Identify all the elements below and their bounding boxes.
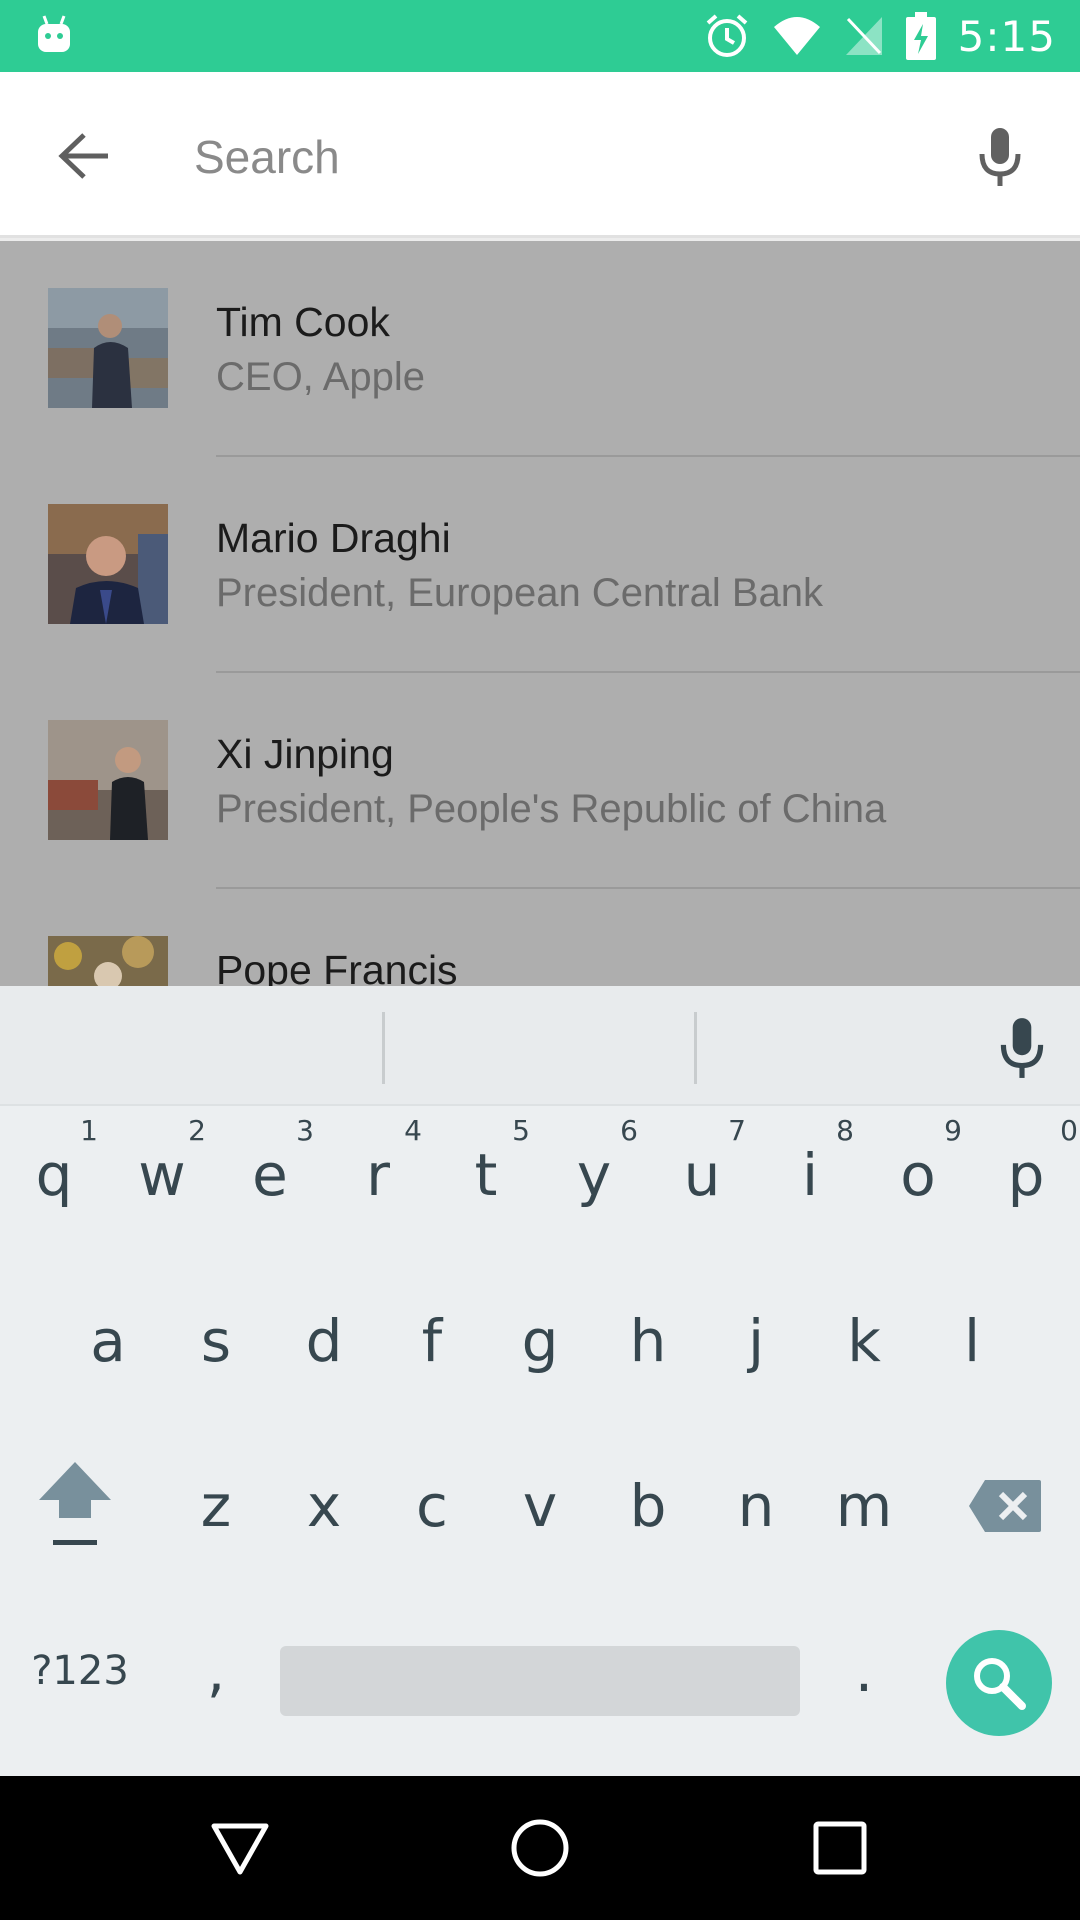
result-name: Mario Draghi xyxy=(216,515,451,561)
key-p[interactable]: p0 xyxy=(972,1110,1080,1240)
key-hint: 7 xyxy=(728,1114,746,1147)
key-hint: 0 xyxy=(1060,1114,1078,1147)
voice-search-button[interactable] xyxy=(960,112,1040,202)
keyboard: q1 w2 e3 r4 t5 y6 u7 i8 o9 p0 a s d f g … xyxy=(0,986,1080,1776)
key-label: r xyxy=(366,1141,390,1209)
key-c[interactable]: c xyxy=(378,1441,486,1571)
back-nav-button[interactable] xyxy=(204,1812,276,1884)
key-f[interactable]: f xyxy=(378,1276,486,1406)
wifi-icon xyxy=(773,17,820,55)
key-r[interactable]: r4 xyxy=(324,1110,432,1240)
symbols-key[interactable]: ?123 xyxy=(20,1606,140,1736)
backspace-icon xyxy=(969,1480,1041,1532)
recents-nav-button[interactable] xyxy=(804,1812,876,1884)
key-d[interactable]: d xyxy=(270,1276,378,1406)
avatar xyxy=(48,936,168,986)
result-name: Xi Jinping xyxy=(216,731,394,777)
key-q[interactable]: q1 xyxy=(0,1110,108,1240)
search-icon xyxy=(974,1658,1026,1710)
key-w[interactable]: w2 xyxy=(108,1110,216,1240)
arrow-back-icon xyxy=(58,133,108,179)
key-z[interactable]: z xyxy=(162,1441,270,1571)
avatar xyxy=(48,720,168,840)
space-key[interactable] xyxy=(280,1646,800,1716)
key-g[interactable]: g xyxy=(486,1276,594,1406)
key-v[interactable]: v xyxy=(486,1441,594,1571)
results-list: Tim Cook CEO, Apple Mario Draghi Preside… xyxy=(0,241,1080,986)
result-title: CEO, Apple xyxy=(216,355,426,399)
key-u[interactable]: u7 xyxy=(648,1110,756,1240)
back-button[interactable] xyxy=(44,116,124,196)
key-hint: 4 xyxy=(404,1114,422,1147)
key-hint: 8 xyxy=(836,1114,854,1147)
key-hint: 5 xyxy=(512,1114,530,1147)
battery-charging-icon xyxy=(905,12,936,60)
key-j[interactable]: j xyxy=(702,1276,810,1406)
period-key[interactable]: . xyxy=(810,1606,918,1736)
key-a[interactable]: a xyxy=(54,1276,162,1406)
avatar xyxy=(48,288,168,408)
alarm-icon xyxy=(706,14,747,57)
key-n[interactable]: n xyxy=(702,1441,810,1571)
status-bar: 5:15 xyxy=(0,0,1080,72)
list-item[interactable]: Pope Francis xyxy=(0,889,1080,986)
key-x[interactable]: x xyxy=(270,1441,378,1571)
backspace-key[interactable] xyxy=(950,1441,1060,1571)
result-name: Tim Cook xyxy=(216,299,390,345)
key-label: i xyxy=(801,1141,819,1209)
search-bar xyxy=(0,72,1080,238)
nav-back-icon xyxy=(211,1823,269,1875)
key-label: y xyxy=(576,1141,612,1209)
search-input[interactable] xyxy=(194,122,914,192)
avatar xyxy=(48,504,168,624)
key-h[interactable]: h xyxy=(594,1276,702,1406)
list-item[interactable]: Xi Jinping President, People's Republic … xyxy=(0,673,1080,889)
key-hint: 9 xyxy=(944,1114,962,1147)
key-label: e xyxy=(252,1141,288,1209)
key-label: q xyxy=(35,1141,73,1209)
result-name: Pope Francis xyxy=(216,947,458,986)
key-e[interactable]: e3 xyxy=(216,1110,324,1240)
key-i[interactable]: i8 xyxy=(756,1110,864,1240)
keyboard-microphone-icon[interactable] xyxy=(994,1016,1050,1080)
suggestion-strip xyxy=(0,986,1080,1106)
key-label: t xyxy=(474,1141,498,1209)
nav-home-icon xyxy=(511,1819,569,1877)
shift-key[interactable] xyxy=(20,1441,130,1571)
key-label: u xyxy=(683,1141,721,1209)
status-time: 5:15 xyxy=(957,11,1056,61)
key-label: w xyxy=(138,1141,186,1209)
navigation-bar xyxy=(0,1776,1080,1920)
list-item[interactable]: Mario Draghi President, European Central… xyxy=(0,457,1080,673)
key-label: p xyxy=(1007,1141,1045,1209)
key-o[interactable]: o9 xyxy=(864,1110,972,1240)
nav-recents-icon xyxy=(813,1821,867,1875)
comma-key[interactable]: , xyxy=(162,1606,270,1736)
shift-icon xyxy=(39,1462,111,1545)
key-hint: 1 xyxy=(80,1114,98,1147)
key-y[interactable]: y6 xyxy=(540,1110,648,1240)
suggestion-divider xyxy=(694,1012,697,1084)
home-nav-button[interactable] xyxy=(504,1812,576,1884)
list-item[interactable]: Tim Cook CEO, Apple xyxy=(0,241,1080,457)
key-t[interactable]: t5 xyxy=(432,1110,540,1240)
microphone-icon xyxy=(979,128,1021,186)
key-l[interactable]: l xyxy=(918,1276,1026,1406)
key-hint: 2 xyxy=(188,1114,206,1147)
no-sim-icon xyxy=(845,17,882,55)
suggestion-divider xyxy=(382,1012,385,1084)
key-k[interactable]: k xyxy=(810,1276,918,1406)
key-b[interactable]: b xyxy=(594,1441,702,1571)
key-hint: 6 xyxy=(620,1114,638,1147)
result-title: President, European Central Bank xyxy=(216,571,824,615)
key-m[interactable]: m xyxy=(810,1441,918,1571)
key-hint: 3 xyxy=(296,1114,314,1147)
key-label: o xyxy=(900,1141,936,1209)
android-debug-icon xyxy=(38,15,70,52)
result-title: President, People's Republic of China xyxy=(216,787,887,831)
key-s[interactable]: s xyxy=(162,1276,270,1406)
keyboard-search-button[interactable] xyxy=(946,1630,1052,1736)
